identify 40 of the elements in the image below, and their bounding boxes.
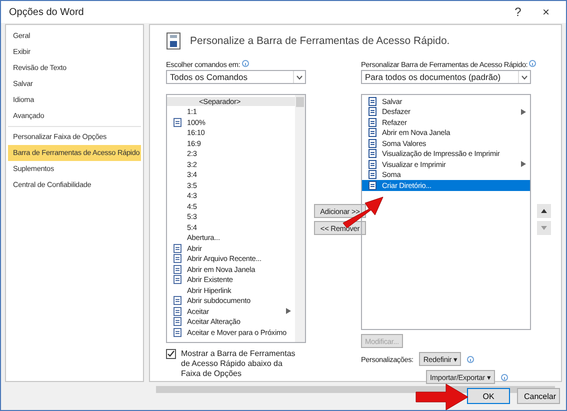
document-icon	[368, 96, 376, 106]
document-icon	[172, 275, 182, 284]
down-arrow-icon	[541, 226, 547, 230]
document-icon	[172, 328, 182, 337]
toolbar-document-icon	[166, 32, 182, 50]
caret-icon	[521, 74, 528, 80]
document-icon	[368, 128, 376, 138]
scope-dropdown[interactable]: Para todos os documentos (padrão)	[361, 70, 531, 84]
close-button[interactable]: ×	[532, 2, 560, 22]
document-icon	[368, 170, 376, 180]
pointer-arrow-icon	[415, 382, 469, 410]
cancel-button[interactable]: Cancelar	[517, 388, 560, 404]
info-icon	[242, 60, 249, 67]
document-icon	[172, 264, 182, 274]
info-icon	[529, 60, 536, 67]
document-icon	[172, 118, 182, 127]
document-icon	[172, 317, 182, 326]
checkbox-label: Mostrar a Barra de Ferramentas de Acesso Rápido abaixo da Faixa de Opções	[181, 349, 296, 379]
ok-button[interactable]: OK	[467, 388, 510, 404]
document-icon	[172, 254, 182, 264]
window-title: Opções do Word	[9, 6, 85, 18]
document-icon	[172, 296, 182, 306]
document-icon	[368, 118, 376, 127]
checkbox[interactable]	[166, 349, 176, 359]
up-arrow-icon	[541, 209, 547, 213]
help-button[interactable]: ?	[504, 2, 532, 22]
document-icon	[368, 138, 376, 148]
move-up-button[interactable]	[537, 204, 551, 218]
scrollbar[interactable]	[295, 95, 305, 342]
caret-icon	[296, 74, 303, 80]
document-icon	[368, 149, 376, 158]
document-icon	[368, 160, 376, 169]
document-icon	[172, 306, 182, 316]
info-icon	[467, 356, 474, 362]
page-heading: Personalize a Barra de Ferramentas de Acesso Rápido.	[190, 35, 450, 47]
document-icon	[172, 244, 182, 253]
document-icon	[368, 107, 376, 116]
info-icon	[500, 374, 508, 380]
commands-dropdown[interactable]: Todos os Comandos	[166, 70, 306, 84]
document-icon	[368, 180, 376, 190]
